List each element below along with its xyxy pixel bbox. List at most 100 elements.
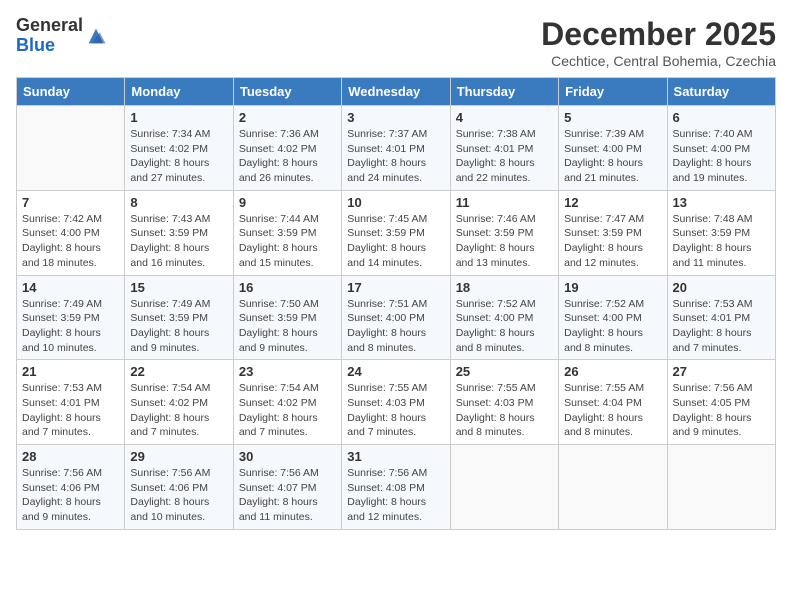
day-info: Sunrise: 7:48 AMSunset: 3:59 PMDaylight:…	[673, 212, 770, 271]
calendar-cell: 15 Sunrise: 7:49 AMSunset: 3:59 PMDayligh…	[125, 275, 233, 360]
day-number: 21	[22, 364, 119, 379]
weekday-header-row: SundayMondayTuesdayWednesdayThursdayFrid…	[17, 78, 776, 106]
calendar-cell: 17 Sunrise: 7:51 AMSunset: 4:00 PMDayligh…	[342, 275, 450, 360]
weekday-header-wednesday: Wednesday	[342, 78, 450, 106]
day-info: Sunrise: 7:49 AMSunset: 3:59 PMDaylight:…	[22, 297, 119, 356]
day-info: Sunrise: 7:46 AMSunset: 3:59 PMDaylight:…	[456, 212, 553, 271]
day-info: Sunrise: 7:53 AMSunset: 4:01 PMDaylight:…	[22, 381, 119, 440]
day-number: 28	[22, 449, 119, 464]
calendar-cell: 27 Sunrise: 7:56 AMSunset: 4:05 PMDayligh…	[667, 360, 775, 445]
month-title: December 2025	[541, 16, 776, 53]
calendar-cell: 10Sunrise: 7:45 AMSunset: 3:59 PMDayligh…	[342, 190, 450, 275]
calendar-cell: 20 Sunrise: 7:53 AMSunset: 4:01 PMDayligh…	[667, 275, 775, 360]
weekday-header-monday: Monday	[125, 78, 233, 106]
day-number: 8	[130, 195, 227, 210]
day-info: Sunrise: 7:56 AMSunset: 4:07 PMDaylight:…	[239, 466, 336, 525]
day-number: 18	[456, 280, 553, 295]
day-number: 4	[456, 110, 553, 125]
day-number: 15	[130, 280, 227, 295]
day-info: Sunrise: 7:56 AMSunset: 4:05 PMDaylight:…	[673, 381, 770, 440]
calendar-cell: 5 Sunrise: 7:39 AMSunset: 4:00 PMDaylight…	[559, 106, 667, 191]
day-number: 23	[239, 364, 336, 379]
day-number: 13	[673, 195, 770, 210]
day-number: 27	[673, 364, 770, 379]
logo-icon	[85, 25, 107, 47]
day-info: Sunrise: 7:53 AMSunset: 4:01 PMDaylight:…	[673, 297, 770, 356]
calendar-week-row: 21 Sunrise: 7:53 AMSunset: 4:01 PMDayligh…	[17, 360, 776, 445]
calendar-cell: 4 Sunrise: 7:38 AMSunset: 4:01 PMDaylight…	[450, 106, 558, 191]
day-number: 30	[239, 449, 336, 464]
day-info: Sunrise: 7:37 AMSunset: 4:01 PMDaylight:…	[347, 127, 444, 186]
title-block: December 2025 Cechtice, Central Bohemia,…	[541, 16, 776, 69]
day-info: Sunrise: 7:38 AMSunset: 4:01 PMDaylight:…	[456, 127, 553, 186]
logo-blue: Blue	[16, 36, 83, 56]
calendar-cell: 14 Sunrise: 7:49 AMSunset: 3:59 PMDayligh…	[17, 275, 125, 360]
calendar-cell: 3 Sunrise: 7:37 AMSunset: 4:01 PMDaylight…	[342, 106, 450, 191]
calendar-cell: 9 Sunrise: 7:44 AMSunset: 3:59 PMDaylight…	[233, 190, 341, 275]
day-number: 3	[347, 110, 444, 125]
day-info: Sunrise: 7:49 AMSunset: 3:59 PMDaylight:…	[130, 297, 227, 356]
calendar-cell	[450, 445, 558, 530]
day-info: Sunrise: 7:52 AMSunset: 4:00 PMDaylight:…	[564, 297, 661, 356]
calendar-week-row: 28 Sunrise: 7:56 AMSunset: 4:06 PMDayligh…	[17, 445, 776, 530]
day-number: 6	[673, 110, 770, 125]
day-number: 17	[347, 280, 444, 295]
calendar-cell: 8 Sunrise: 7:43 AMSunset: 3:59 PMDaylight…	[125, 190, 233, 275]
calendar-cell: 7Sunrise: 7:42 AMSunset: 4:00 PMDaylight…	[17, 190, 125, 275]
calendar-cell: 28 Sunrise: 7:56 AMSunset: 4:06 PMDayligh…	[17, 445, 125, 530]
day-info: Sunrise: 7:36 AMSunset: 4:02 PMDaylight:…	[239, 127, 336, 186]
calendar-cell: 1 Sunrise: 7:34 AMSunset: 4:02 PMDaylight…	[125, 106, 233, 191]
day-info: Sunrise: 7:56 AMSunset: 4:06 PMDaylight:…	[22, 466, 119, 525]
calendar-cell: 2 Sunrise: 7:36 AMSunset: 4:02 PMDaylight…	[233, 106, 341, 191]
day-info: Sunrise: 7:55 AMSunset: 4:03 PMDaylight:…	[347, 381, 444, 440]
day-info: Sunrise: 7:56 AMSunset: 4:06 PMDaylight:…	[130, 466, 227, 525]
calendar-cell: 23 Sunrise: 7:54 AMSunset: 4:02 PMDayligh…	[233, 360, 341, 445]
day-number: 1	[130, 110, 227, 125]
calendar-cell: 21 Sunrise: 7:53 AMSunset: 4:01 PMDayligh…	[17, 360, 125, 445]
location: Cechtice, Central Bohemia, Czechia	[541, 53, 776, 69]
day-info: Sunrise: 7:39 AMSunset: 4:00 PMDaylight:…	[564, 127, 661, 186]
day-number: 29	[130, 449, 227, 464]
day-number: 2	[239, 110, 336, 125]
day-number: 5	[564, 110, 661, 125]
day-number: 19	[564, 280, 661, 295]
day-info: Sunrise: 7:54 AMSunset: 4:02 PMDaylight:…	[130, 381, 227, 440]
calendar-cell: 24 Sunrise: 7:55 AMSunset: 4:03 PMDayligh…	[342, 360, 450, 445]
page-header: General Blue December 2025 Cechtice, Cen…	[16, 16, 776, 69]
day-info: Sunrise: 7:52 AMSunset: 4:00 PMDaylight:…	[456, 297, 553, 356]
calendar-cell: 11Sunrise: 7:46 AMSunset: 3:59 PMDayligh…	[450, 190, 558, 275]
day-number: 14	[22, 280, 119, 295]
day-number: 26	[564, 364, 661, 379]
day-info: Sunrise: 7:54 AMSunset: 4:02 PMDaylight:…	[239, 381, 336, 440]
day-info: Sunrise: 7:51 AMSunset: 4:00 PMDaylight:…	[347, 297, 444, 356]
calendar-cell: 29 Sunrise: 7:56 AMSunset: 4:06 PMDayligh…	[125, 445, 233, 530]
day-info: Sunrise: 7:56 AMSunset: 4:08 PMDaylight:…	[347, 466, 444, 525]
weekday-header-saturday: Saturday	[667, 78, 775, 106]
day-number: 10	[347, 195, 444, 210]
weekday-header-friday: Friday	[559, 78, 667, 106]
weekday-header-sunday: Sunday	[17, 78, 125, 106]
calendar-cell: 13 Sunrise: 7:48 AMSunset: 3:59 PMDayligh…	[667, 190, 775, 275]
day-info: Sunrise: 7:50 AMSunset: 3:59 PMDaylight:…	[239, 297, 336, 356]
calendar-table: SundayMondayTuesdayWednesdayThursdayFrid…	[16, 77, 776, 530]
day-info: Sunrise: 7:34 AMSunset: 4:02 PMDaylight:…	[130, 127, 227, 186]
day-number: 24	[347, 364, 444, 379]
day-info: Sunrise: 7:55 AMSunset: 4:04 PMDaylight:…	[564, 381, 661, 440]
day-number: 12	[564, 195, 661, 210]
calendar-cell: 19 Sunrise: 7:52 AMSunset: 4:00 PMDayligh…	[559, 275, 667, 360]
day-number: 16	[239, 280, 336, 295]
day-info: Sunrise: 7:43 AMSunset: 3:59 PMDaylight:…	[130, 212, 227, 271]
day-info: Sunrise: 7:40 AMSunset: 4:00 PMDaylight:…	[673, 127, 770, 186]
weekday-header-thursday: Thursday	[450, 78, 558, 106]
day-info: Sunrise: 7:44 AMSunset: 3:59 PMDaylight:…	[239, 212, 336, 271]
calendar-cell: 25Sunrise: 7:55 AMSunset: 4:03 PMDayligh…	[450, 360, 558, 445]
calendar-cell: 6 Sunrise: 7:40 AMSunset: 4:00 PMDaylight…	[667, 106, 775, 191]
day-info: Sunrise: 7:55 AMSunset: 4:03 PMDaylight:…	[456, 381, 553, 440]
calendar-cell: 22Sunrise: 7:54 AMSunset: 4:02 PMDayligh…	[125, 360, 233, 445]
day-number: 31	[347, 449, 444, 464]
day-number: 9	[239, 195, 336, 210]
calendar-cell: 30 Sunrise: 7:56 AMSunset: 4:07 PMDayligh…	[233, 445, 341, 530]
calendar-cell: 16 Sunrise: 7:50 AMSunset: 3:59 PMDayligh…	[233, 275, 341, 360]
day-number: 20	[673, 280, 770, 295]
calendar-week-row: 7Sunrise: 7:42 AMSunset: 4:00 PMDaylight…	[17, 190, 776, 275]
